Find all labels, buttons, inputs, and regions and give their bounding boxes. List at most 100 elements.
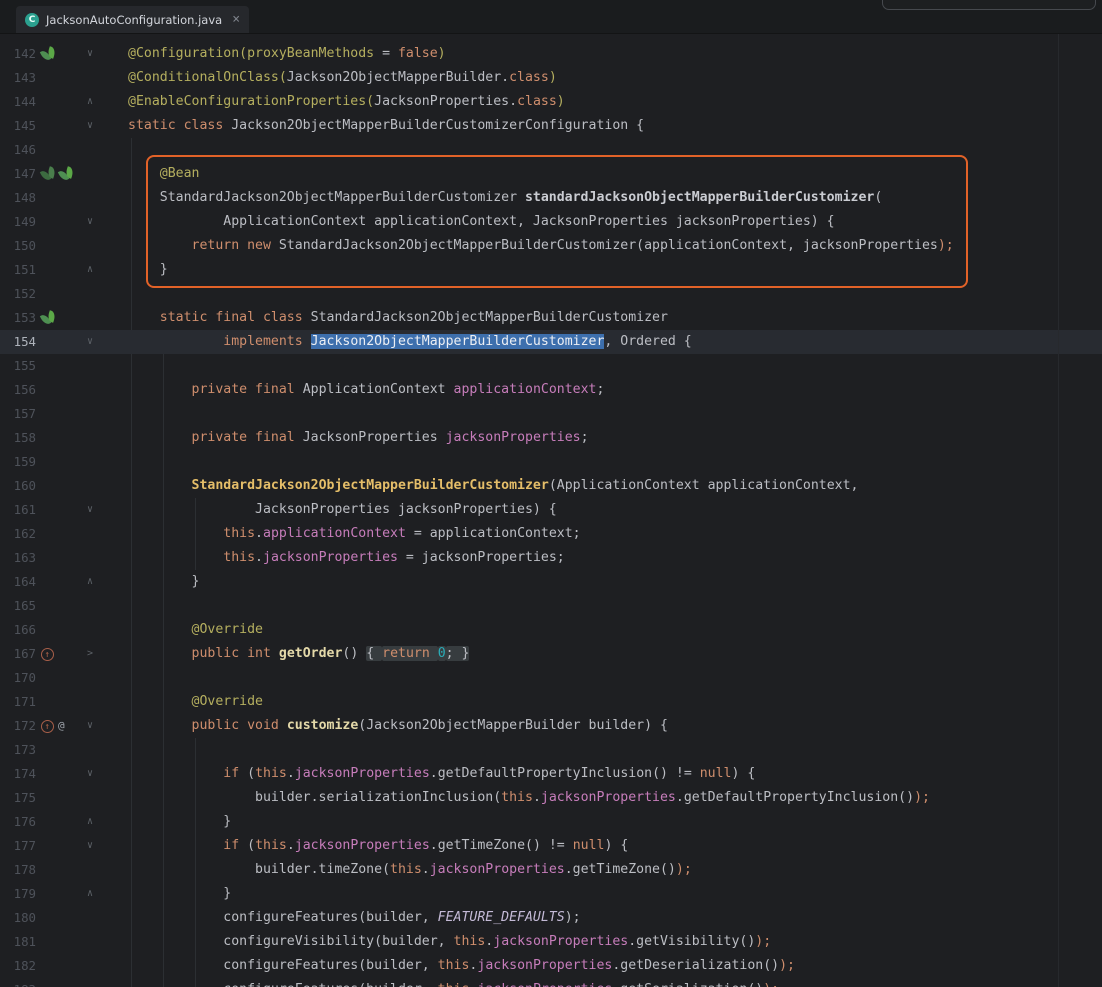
line-number[interactable]: 160 [10,474,36,498]
line-number[interactable]: 165 [10,594,36,618]
line-number[interactable]: 179 [10,882,36,906]
code-line[interactable]: 146 [0,138,1102,162]
code-line[interactable]: 147 @Bean [0,162,1102,186]
line-number[interactable]: 166 [10,618,36,642]
chevron-up-icon[interactable]: ∧ [87,264,93,275]
code-line[interactable]: 173 [0,738,1102,762]
code-line[interactable]: 150 return new StandardJackson2ObjectMap… [0,234,1102,258]
code-line[interactable]: 180 configureFeatures(builder, FEATURE_D… [0,906,1102,930]
code-line[interactable]: 149∨ ApplicationContext applicationConte… [0,210,1102,234]
code-line[interactable]: 183 configureFeatures(builder, this.jack… [0,978,1102,987]
line-number[interactable]: 143 [10,66,36,90]
code-line[interactable]: 161∨ JacksonProperties jacksonProperties… [0,498,1102,522]
spring-leaves-icon[interactable] [41,311,56,325]
line-number[interactable]: 170 [10,666,36,690]
code-line[interactable]: 143@ConditionalOnClass(Jackson2ObjectMap… [0,66,1102,90]
override-icon[interactable] [41,720,54,733]
code-line[interactable]: 182 configureFeatures(builder, this.jack… [0,954,1102,978]
line-number[interactable]: 176 [10,810,36,834]
code-line[interactable]: 174∨ if (this.jacksonProperties.getDefau… [0,762,1102,786]
line-number[interactable]: 156 [10,378,36,402]
chevron-down-icon[interactable]: ∨ [87,48,93,59]
chevron-up-icon[interactable]: ∧ [87,888,93,899]
code-line[interactable]: 152 [0,282,1102,306]
line-number[interactable]: 180 [10,906,36,930]
line-number[interactable]: 151 [10,258,36,282]
line-number[interactable]: 175 [10,786,36,810]
code-line[interactable]: 156 private final ApplicationContext app… [0,378,1102,402]
code-line[interactable]: 181 configureVisibility(builder, this.ja… [0,930,1102,954]
code-line[interactable]: 159 [0,450,1102,474]
line-number[interactable]: 147 [10,162,36,186]
line-number[interactable]: 144 [10,90,36,114]
line-number[interactable]: 177 [10,834,36,858]
line-number[interactable]: 142 [10,42,36,66]
code-line[interactable]: 176∧ } [0,810,1102,834]
code-line[interactable]: 165 [0,594,1102,618]
chevron-up-icon[interactable]: ∧ [87,96,93,107]
code-line[interactable]: 153 static final class StandardJackson2O… [0,306,1102,330]
code-line[interactable]: 145∨static class Jackson2ObjectMapperBui… [0,114,1102,138]
code-line[interactable]: 178 builder.timeZone(this.jacksonPropert… [0,858,1102,882]
spring-leaves-dim-icon[interactable] [41,167,56,181]
code-line[interactable]: 171 @Override [0,690,1102,714]
line-number[interactable]: 172 [10,714,36,738]
line-number[interactable]: 157 [10,402,36,426]
code-line[interactable]: 160 StandardJackson2ObjectMapperBuilderC… [0,474,1102,498]
chevron-down-icon[interactable]: ∨ [87,768,93,779]
spring-leaves-icon[interactable] [41,47,56,61]
spring-leaves-icon[interactable] [59,167,74,181]
editor-tab[interactable]: C JacksonAutoConfiguration.java × [16,6,249,33]
line-number[interactable]: 158 [10,426,36,450]
code-line[interactable]: 163 this.jacksonProperties = jacksonProp… [0,546,1102,570]
line-number[interactable]: 164 [10,570,36,594]
code-line[interactable]: 177∨ if (this.jacksonProperties.getTimeZ… [0,834,1102,858]
chevron-up-icon[interactable]: ∧ [87,576,93,587]
code-line[interactable]: 151∧ } [0,258,1102,282]
line-number[interactable]: 149 [10,210,36,234]
line-number[interactable]: 183 [10,978,36,987]
override-icon[interactable] [41,648,54,661]
code-line[interactable]: 170 [0,666,1102,690]
line-number[interactable]: 182 [10,954,36,978]
line-number[interactable]: 167 [10,642,36,666]
chevron-up-icon[interactable]: ∧ [87,816,93,827]
line-number[interactable]: 163 [10,546,36,570]
code-line[interactable]: 175 builder.serializationInclusion(this.… [0,786,1102,810]
chevron-down-icon[interactable]: ∨ [87,336,93,347]
chevron-down-icon[interactable]: ∨ [87,504,93,515]
code-line[interactable]: 162 this.applicationContext = applicatio… [0,522,1102,546]
chevron-down-icon[interactable]: ∨ [87,840,93,851]
line-number[interactable]: 154 [10,330,36,354]
line-number[interactable]: 173 [10,738,36,762]
line-number[interactable]: 178 [10,858,36,882]
code-line[interactable]: 157 [0,402,1102,426]
chevron-down-icon[interactable]: ∨ [87,120,93,131]
code-line[interactable]: 179∧ } [0,882,1102,906]
fold-collapsed-icon[interactable]: > [87,648,93,659]
scrollbar-area[interactable] [1058,34,1102,987]
code-line[interactable]: 155 [0,354,1102,378]
line-number[interactable]: 146 [10,138,36,162]
code-line[interactable]: 144∧@EnableConfigurationProperties(Jacks… [0,90,1102,114]
code-line[interactable]: 172∨ public void customize(Jackson2Objec… [0,714,1102,738]
code-line[interactable]: 154∨ implements Jackson2ObjectMapperBuil… [0,330,1102,354]
chevron-down-icon[interactable]: ∨ [87,720,93,731]
line-number[interactable]: 152 [10,282,36,306]
code-line[interactable]: 142∨@Configuration(proxyBeanMethods = fa… [0,42,1102,66]
line-number[interactable]: 181 [10,930,36,954]
code-line[interactable]: 164∧ } [0,570,1102,594]
line-number[interactable]: 150 [10,234,36,258]
code-editor[interactable]: 142∨@Configuration(proxyBeanMethods = fa… [0,34,1102,987]
chevron-down-icon[interactable]: ∨ [87,216,93,227]
line-number[interactable]: 162 [10,522,36,546]
line-number[interactable]: 148 [10,186,36,210]
line-number[interactable]: 161 [10,498,36,522]
line-number[interactable]: 159 [10,450,36,474]
line-number[interactable]: 145 [10,114,36,138]
close-icon[interactable]: × [232,13,240,26]
line-number[interactable]: 174 [10,762,36,786]
code-line[interactable]: 158 private final JacksonProperties jack… [0,426,1102,450]
at-icon[interactable] [57,719,69,733]
code-line[interactable]: 148 StandardJackson2ObjectMapperBuilderC… [0,186,1102,210]
